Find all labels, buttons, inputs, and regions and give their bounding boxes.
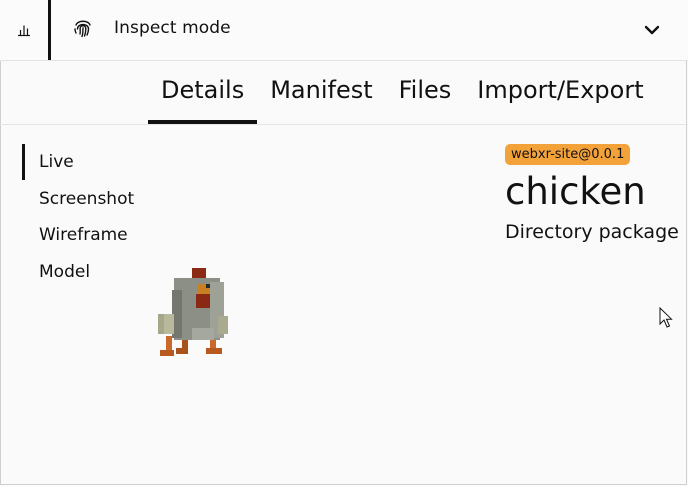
tab-details[interactable]: Details xyxy=(148,62,258,124)
nav-item-live[interactable]: Live xyxy=(22,144,134,181)
active-indicator xyxy=(48,0,51,60)
tab-files[interactable]: Files xyxy=(386,62,465,124)
stats-button[interactable] xyxy=(0,0,48,60)
fingerprint-icon xyxy=(74,20,91,38)
chicken-model xyxy=(158,268,228,356)
nav-item-screenshot[interactable]: Screenshot xyxy=(22,181,134,218)
tab-divider xyxy=(0,124,688,125)
tab-manifest[interactable]: Manifest xyxy=(257,62,385,124)
package-name: chicken xyxy=(505,170,646,213)
model-preview[interactable] xyxy=(150,262,240,362)
package-type: Directory package xyxy=(505,221,679,243)
mouse-cursor-icon xyxy=(659,307,673,328)
mode-label: Inspect mode xyxy=(114,18,231,38)
top-bar: Inspect mode xyxy=(0,0,688,61)
mode-selector[interactable]: Inspect mode xyxy=(72,17,231,39)
version-badge: webxr-site@0.0.1 xyxy=(505,144,631,165)
tab-bar: Details Manifest Files Import/Export xyxy=(148,62,657,124)
nav-item-wireframe[interactable]: Wireframe xyxy=(22,217,134,254)
tab-import-export[interactable]: Import/Export xyxy=(464,62,656,124)
package-info: webxr-site@0.0.1 chicken Directory packa… xyxy=(505,143,679,243)
view-nav: Live Screenshot Wireframe Model xyxy=(22,144,134,290)
bar-chart-icon xyxy=(18,25,30,37)
expand-button[interactable] xyxy=(640,18,664,42)
chevron-down-icon xyxy=(644,25,660,35)
nav-item-model[interactable]: Model xyxy=(22,254,134,291)
